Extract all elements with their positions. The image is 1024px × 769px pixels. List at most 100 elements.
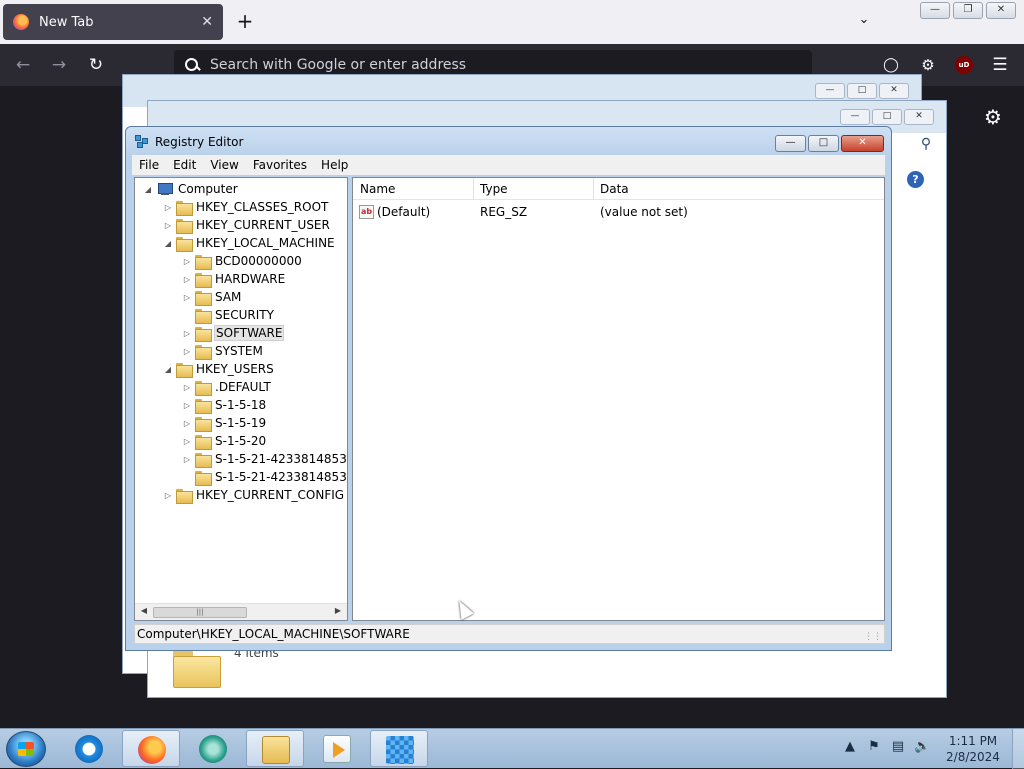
search-icon[interactable]: ⚲ — [917, 136, 935, 154]
column-header-data[interactable]: Data — [600, 182, 629, 196]
column-header-type[interactable]: Type — [480, 182, 508, 196]
menu-help[interactable]: Help — [314, 158, 355, 172]
show-hidden-icons-icon[interactable]: ▲ — [842, 739, 858, 754]
start-button[interactable] — [6, 731, 46, 767]
tree-item[interactable]: ▷ S-1-5-20 — [182, 432, 266, 450]
minimize-button[interactable]: — — [775, 135, 806, 152]
tree-item-label: Computer — [178, 182, 238, 196]
collapse-icon[interactable]: ◢ — [163, 365, 173, 374]
tree-item[interactable]: ◢ HKEY_USERS — [163, 360, 274, 378]
volume-muted-icon[interactable]: 🔈 — [914, 739, 930, 754]
expand-icon[interactable]: ▷ — [182, 419, 192, 428]
menu-edit[interactable]: Edit — [166, 158, 203, 172]
firefox-icon — [138, 736, 166, 764]
taskbar-registry-editor[interactable] — [370, 730, 428, 767]
clock[interactable]: 1:11 PM 2/8/2024 — [938, 733, 1008, 765]
show-desktop-button[interactable] — [1012, 729, 1024, 769]
scroll-right-icon[interactable]: ▶ — [332, 606, 344, 615]
close-window-button[interactable]: ✕ — [904, 109, 934, 125]
tree-item[interactable]: ▷ SAM — [182, 288, 241, 306]
settings-gear-icon[interactable]: ⚙ — [982, 106, 1004, 128]
folder-icon — [195, 308, 212, 324]
expand-icon[interactable]: ▷ — [182, 401, 192, 410]
pocket-icon[interactable]: ◯ — [880, 54, 902, 76]
chevron-down-icon[interactable]: ⌄ — [854, 12, 874, 32]
tree-item[interactable]: ▷ SYSTEM — [182, 342, 263, 360]
collapse-icon[interactable]: ◢ — [163, 239, 173, 248]
tree-item[interactable]: SECURITY — [182, 306, 274, 324]
taskbar-internet-explorer[interactable] — [60, 730, 118, 767]
expand-icon[interactable]: ▷ — [163, 203, 173, 212]
tree-item[interactable]: ▷ HKEY_CLASSES_ROOT — [163, 198, 328, 216]
minimize-button[interactable]: — — [920, 2, 950, 19]
tree-item[interactable]: ▷ HKEY_CURRENT_USER — [163, 216, 330, 234]
maximize-button[interactable]: □ — [808, 135, 839, 152]
browser-tab[interactable]: New Tab ✕ — [3, 4, 223, 40]
taskbar: ▲ ⚑ ▤ 🔈 1:11 PM 2/8/2024 — [0, 728, 1024, 769]
expand-icon[interactable]: ▷ — [163, 491, 173, 500]
minimize-button[interactable]: — — [815, 83, 845, 99]
taskbar-media-player[interactable] — [184, 730, 242, 767]
expand-icon[interactable]: ▷ — [182, 383, 192, 392]
collapse-icon[interactable]: ◢ — [143, 185, 153, 194]
maximize-button[interactable]: □ — [847, 83, 877, 99]
menu-icon[interactable]: ☰ — [989, 54, 1011, 76]
tree-item[interactable]: ▷ S-1-5-19 — [182, 414, 266, 432]
tree-item[interactable]: ▷ HARDWARE — [182, 270, 285, 288]
list-item[interactable]: ab (Default) REG_SZ (value not set) — [353, 204, 884, 222]
taskbar-video-player[interactable] — [308, 730, 366, 767]
list-header: Name Type Data — [353, 178, 884, 200]
tree-item[interactable]: ◢ Computer — [143, 180, 238, 198]
scroll-thumb[interactable]: ||| — [153, 607, 247, 618]
forward-icon[interactable]: → — [48, 54, 70, 76]
action-center-flag-icon[interactable]: ⚑ — [866, 739, 882, 754]
ublock-icon[interactable]: uD — [955, 56, 973, 74]
registry-tree[interactable]: ◢ Computer ▷ HKEY_CLASSES_ROOT ▷ HKEY_CURRENT… — [134, 177, 348, 621]
extensions-icon[interactable]: ⚙ — [917, 54, 939, 76]
close-icon[interactable]: ✕ — [201, 14, 213, 30]
folder-icon — [195, 434, 212, 450]
column-header-name[interactable]: Name — [360, 182, 395, 196]
resize-grip-icon[interactable]: ⋮⋮ — [864, 632, 882, 642]
new-tab-button[interactable]: + — [234, 10, 256, 32]
minimize-button[interactable]: — — [840, 109, 870, 125]
close-window-button[interactable]: ✕ — [986, 2, 1016, 19]
close-window-button[interactable]: ✕ — [841, 135, 884, 152]
tree-item[interactable]: ▷ BCD00000000 — [182, 252, 302, 270]
registry-editor-window[interactable]: Registry Editor — □ ✕ File Edit View Fav… — [125, 126, 892, 651]
expand-icon[interactable]: ▷ — [182, 329, 192, 338]
close-window-button[interactable]: ✕ — [879, 83, 909, 99]
expand-icon[interactable]: ▷ — [182, 257, 192, 266]
menu-favorites[interactable]: Favorites — [246, 158, 314, 172]
tree-item[interactable]: ▷ HKEY_CURRENT_CONFIG — [163, 486, 344, 504]
tree-item-label: HKEY_CURRENT_USER — [196, 218, 330, 232]
network-icon[interactable]: ▤ — [890, 739, 906, 754]
tree-item[interactable]: ▷ S-1-5-21-4233814853-226 — [182, 450, 347, 468]
tree-item[interactable]: ▷ SOFTWARE — [182, 324, 285, 342]
tree-item[interactable]: ▷ S-1-5-18 — [182, 396, 266, 414]
taskbar-firefox[interactable] — [122, 730, 180, 767]
menu-view[interactable]: View — [203, 158, 245, 172]
expand-icon[interactable]: ▷ — [182, 293, 192, 302]
horizontal-scrollbar[interactable]: ◀ ||| ▶ — [135, 603, 347, 620]
tree-item[interactable]: ◢ HKEY_LOCAL_MACHINE — [163, 234, 335, 252]
menu-file[interactable]: File — [132, 158, 166, 172]
taskbar-windows-explorer[interactable] — [246, 730, 304, 767]
tree-item[interactable]: S-1-5-21-4233814853-226 — [182, 468, 347, 486]
help-icon[interactable]: ? — [907, 171, 924, 188]
window-title: Registry Editor — [155, 135, 244, 149]
back-icon[interactable]: ← — [12, 54, 34, 76]
values-list[interactable]: Name Type Data ab (Default) REG_SZ (valu… — [352, 177, 885, 621]
reload-icon[interactable]: ↻ — [85, 54, 107, 76]
expand-icon[interactable]: ▷ — [182, 347, 192, 356]
folder-icon — [176, 200, 193, 216]
expand-icon[interactable]: ▷ — [182, 275, 192, 284]
expand-icon[interactable]: ▷ — [182, 437, 192, 446]
expand-icon[interactable]: ▷ — [182, 455, 192, 464]
folder-icon — [176, 488, 193, 504]
maximize-button[interactable]: □ — [872, 109, 902, 125]
expand-icon[interactable]: ▷ — [163, 221, 173, 230]
restore-button[interactable]: ❐ — [953, 2, 983, 19]
tree-item[interactable]: ▷ .DEFAULT — [182, 378, 271, 396]
scroll-left-icon[interactable]: ◀ — [138, 606, 150, 615]
